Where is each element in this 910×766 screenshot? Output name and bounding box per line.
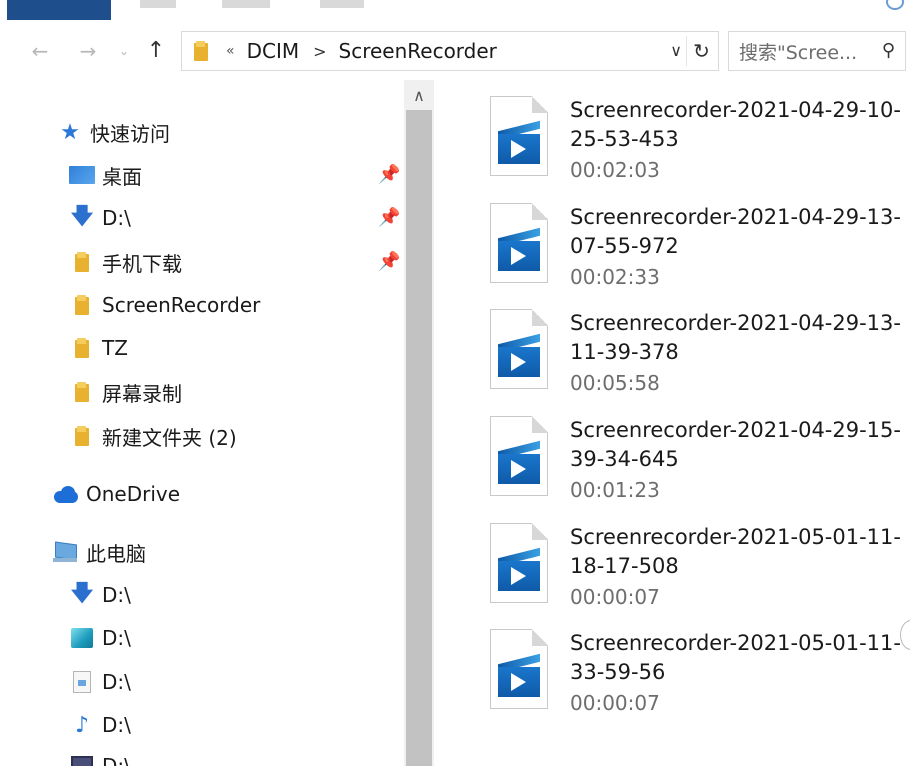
file-duration: 00:02:33 [570, 265, 660, 289]
download-arrow-icon: 🡇 [70, 204, 94, 229]
sidebar-item-tz[interactable]: TZ [68, 330, 128, 366]
file-item[interactable]: Screenrecorder-2021-04-29-13-11-39-378 0… [434, 293, 910, 395]
recent-locations-chevron-icon[interactable]: ⌄ [112, 39, 136, 63]
file-tab[interactable] [7, 0, 111, 20]
sidebar-scrollbar[interactable]: ∧ [404, 80, 434, 766]
sidebar-item-label: 桌面 [102, 164, 142, 189]
sidebar-item-onedrive[interactable]: OneDrive [52, 476, 180, 512]
ribbon-fragment [320, 0, 364, 8]
search-input[interactable]: 搜索"Scree... ⚲ [728, 31, 906, 71]
sidebar-item-label: D:\ [102, 713, 131, 737]
sidebar-item-new-folder-2[interactable]: 新建文件夹 (2) [68, 418, 237, 454]
file-duration: 00:00:07 [570, 585, 660, 609]
3d-objects-icon [68, 628, 96, 648]
file-name: Screenrecorder-2021-04-29-10-25-53-453 [570, 98, 901, 151]
file-item[interactable]: Screenrecorder-2021-04-29-10-25-53-453 0… [434, 80, 910, 182]
chevron-down-icon[interactable]: ∨ [670, 41, 682, 60]
sidebar-item-label: 快速访问 [90, 121, 170, 146]
file-item[interactable]: Screenrecorder-2021-05-01-11-33-59-56 00… [434, 613, 910, 715]
sidebar-item-desktop[interactable]: 桌面 [68, 157, 142, 193]
sidebar-item-music[interactable]: ♪ D:\ [68, 707, 131, 743]
back-arrow-icon[interactable]: ← [28, 39, 52, 63]
folder-icon [68, 338, 96, 358]
pin-icon[interactable]: 📌 [378, 164, 400, 185]
breadcrumb-dcim[interactable]: DCIM [247, 39, 300, 63]
folder-icon [68, 295, 96, 315]
sidebar-item-d-drive[interactable]: 🡇 D:\ [68, 200, 131, 236]
pin-icon[interactable]: 📌 [378, 207, 400, 228]
sidebar-item-this-pc[interactable]: 此电脑 [52, 534, 146, 570]
folder-icon [194, 41, 208, 61]
scroll-up-arrow-icon[interactable]: ∧ [404, 80, 434, 110]
sidebar-item-screenrecorder[interactable]: ScreenRecorder [68, 287, 260, 323]
video-file-icon [490, 416, 548, 496]
sidebar-item-label: D:\ [102, 583, 131, 607]
sidebar-item-documents[interactable]: D:\ [68, 664, 131, 700]
chevron-right-icon[interactable]: > [313, 42, 326, 61]
video-file-icon [490, 96, 548, 176]
up-arrow-icon[interactable]: ↑ [144, 39, 168, 63]
refresh-icon[interactable]: ↻ [686, 36, 716, 66]
file-name: Screenrecorder-2021-04-29-13-11-39-378 [570, 311, 901, 364]
help-icon[interactable] [886, 0, 904, 10]
video-file-icon [490, 309, 548, 389]
sidebar-item-3d-objects[interactable]: D:\ [68, 620, 131, 656]
file-duration: 00:01:23 [570, 478, 660, 502]
sidebar-item-label: 新建文件夹 (2) [102, 425, 237, 450]
sidebar-item-label: ScreenRecorder [102, 293, 261, 317]
sidebar-item-quick-access[interactable]: ★ 快速访问 [56, 114, 170, 150]
sidebar-item-videos[interactable]: D:\ [68, 748, 131, 766]
ribbon-fragment [222, 0, 270, 8]
desktop-icon [68, 166, 96, 184]
file-duration: 00:00:07 [570, 691, 660, 715]
folder-icon [68, 382, 96, 402]
search-icon[interactable]: ⚲ [882, 40, 895, 61]
video-icon [68, 756, 96, 766]
address-overflow[interactable]: « [226, 43, 235, 59]
scroll-thumb[interactable] [406, 110, 432, 766]
music-note-icon: ♪ [74, 712, 90, 738]
file-name: Screenrecorder-2021-04-29-15-39-34-645 [570, 418, 901, 471]
cloud-icon [52, 485, 80, 503]
video-file-icon [490, 203, 548, 283]
file-name: Screenrecorder-2021-04-29-13-07-55-972 [570, 205, 901, 258]
sidebar-item-label: 此电脑 [86, 541, 146, 566]
navigation-bar: ← → ⌄ ↑ « DCIM > ScreenRecorder ∨ ↻ 搜索"S… [0, 27, 910, 79]
computer-icon [52, 543, 80, 562]
ribbon-fragment [140, 0, 176, 8]
video-file-icon [490, 629, 548, 709]
file-duration: 00:05:58 [570, 371, 660, 395]
sidebar-item-label: TZ [102, 336, 128, 360]
address-bar[interactable]: « DCIM > ScreenRecorder ∨ ↻ [181, 31, 719, 71]
forward-arrow-icon[interactable]: → [76, 39, 100, 63]
file-item[interactable]: Screenrecorder-2021-05-01-11-18-17-508 0… [434, 507, 910, 609]
sidebar-item-pc-downloads[interactable]: 🡇 D:\ [68, 577, 131, 613]
file-name: Screenrecorder-2021-05-01-11-33-59-56 [570, 631, 901, 684]
video-file-icon [490, 523, 548, 603]
sidebar-item-label: D:\ [102, 670, 131, 694]
sidebar-item-label: OneDrive [86, 482, 181, 506]
sidebar-item-label: D:\ [102, 626, 131, 650]
sidebar-item-label: 手机下载 [102, 251, 182, 276]
file-duration: 00:02:03 [570, 158, 660, 182]
document-icon [68, 671, 96, 693]
sidebar-item-label: D:\ [102, 206, 131, 230]
download-arrow-icon: 🡇 [70, 581, 94, 606]
search-placeholder: 搜索"Scree... [739, 41, 858, 64]
ribbon-remnant [0, 0, 910, 24]
folder-icon [68, 252, 96, 272]
folder-icon [68, 426, 96, 446]
pin-icon[interactable]: 📌 [378, 251, 400, 272]
breadcrumb-screenrecorder[interactable]: ScreenRecorder [339, 39, 497, 63]
sidebar-item-label: 屏幕录制 [102, 381, 182, 406]
navigation-pane: ★ 快速访问 桌面 📌 🡇 D:\ 📌 手机下载 📌 ScreenRecorde… [0, 80, 404, 766]
file-item[interactable]: Screenrecorder-2021-04-29-15-39-34-645 0… [434, 400, 910, 502]
sidebar-item-label: D:\ [102, 754, 131, 766]
sidebar-item-phone-downloads[interactable]: 手机下载 [68, 244, 182, 280]
star-icon: ★ [60, 119, 80, 145]
sidebar-item-screen-recording[interactable]: 屏幕录制 [68, 374, 182, 410]
file-name: Screenrecorder-2021-05-01-11-18-17-508 [570, 525, 901, 578]
file-item[interactable]: Screenrecorder-2021-04-29-13-07-55-972 0… [434, 187, 910, 289]
file-list: Screenrecorder-2021-04-29-10-25-53-453 0… [434, 80, 910, 766]
